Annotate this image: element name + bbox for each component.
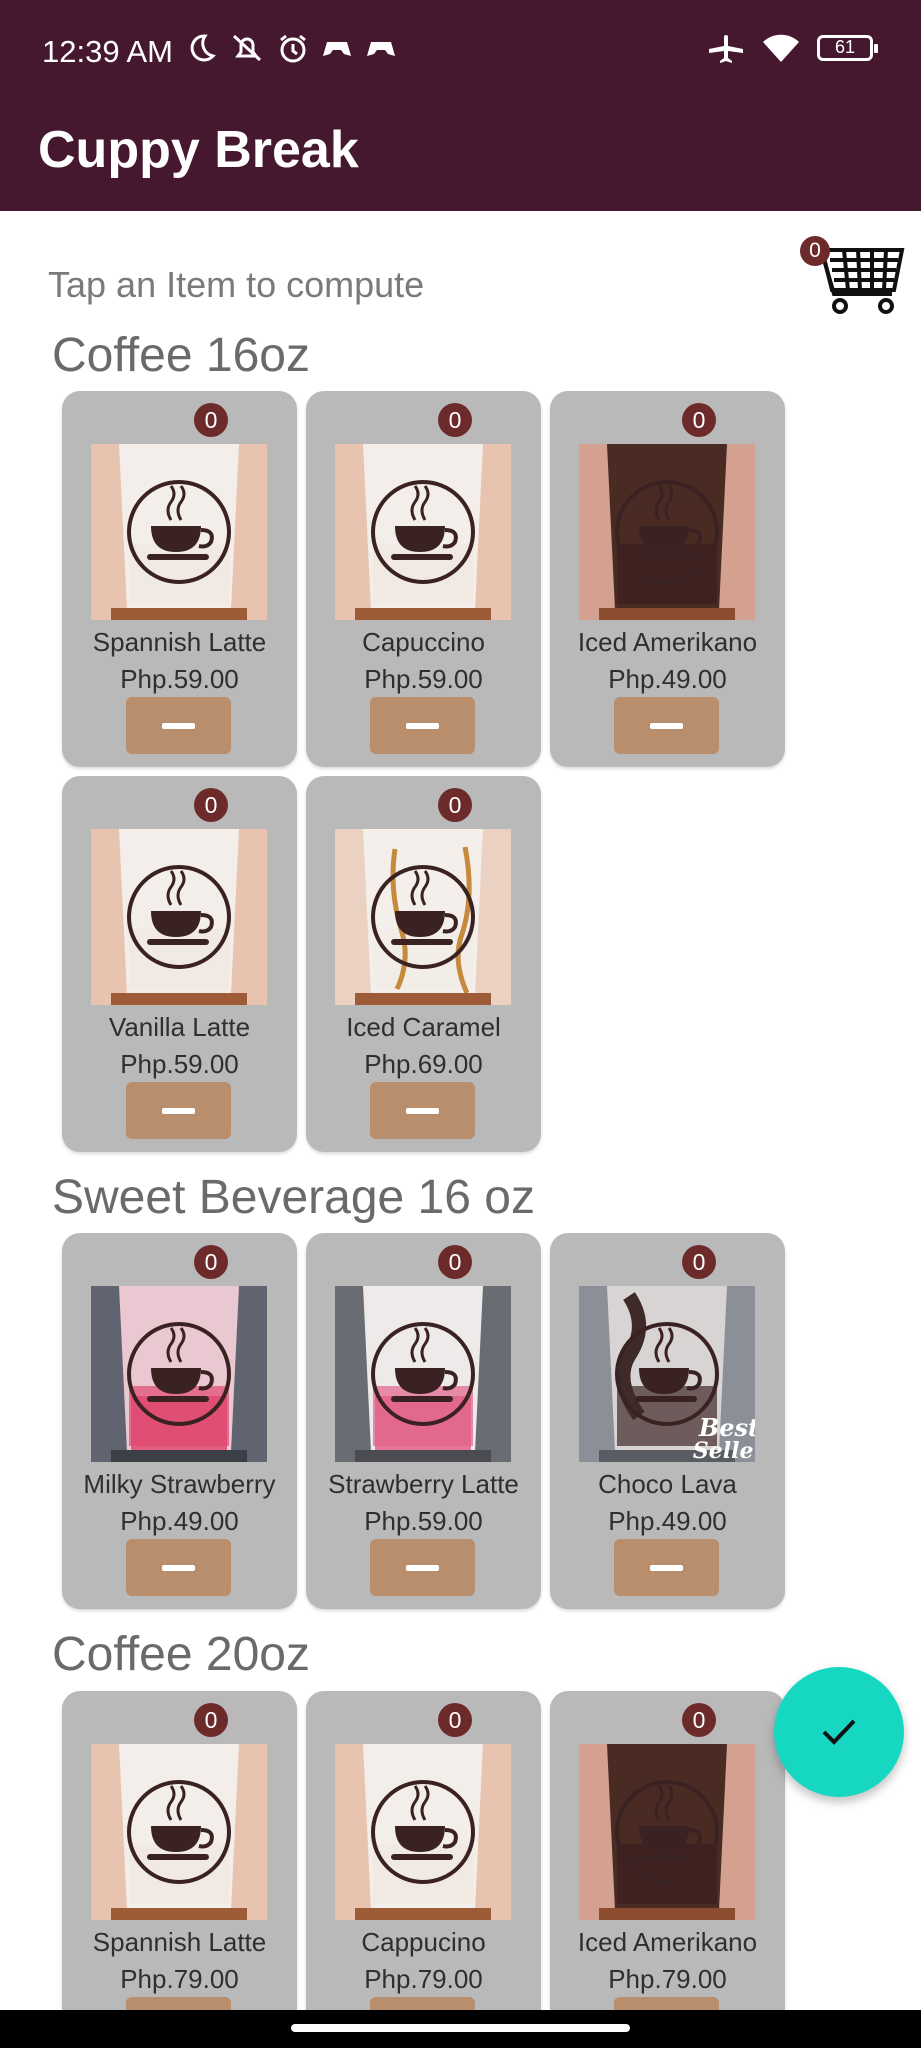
item-count-badge: 0 bbox=[682, 1245, 716, 1279]
product-name: Spannish Latte bbox=[92, 1927, 267, 1957]
product-card[interactable]: 0 Strawberry Latte Php.59.00 bbox=[306, 1233, 541, 1609]
battery-level: 61 bbox=[834, 37, 856, 57]
alarm-icon bbox=[277, 32, 309, 64]
app-bar: Cuppy Break bbox=[0, 100, 921, 211]
item-count-badge: 0 bbox=[682, 1703, 716, 1737]
decrease-button[interactable] bbox=[126, 697, 231, 754]
product-name: Cappucino bbox=[361, 1927, 486, 1957]
product-price: Php.59.00 bbox=[364, 664, 483, 694]
app-title: Cuppy Break bbox=[38, 121, 359, 179]
product-name: Spannish Latte bbox=[92, 627, 267, 657]
bell-off-icon bbox=[229, 32, 265, 64]
status-icons-left bbox=[185, 32, 397, 64]
product-card[interactable]: 0 Iced Amerikano Php.79.00 bbox=[550, 1691, 785, 2048]
product-name: Iced Caramel bbox=[346, 1012, 501, 1042]
decrease-button[interactable] bbox=[614, 1539, 719, 1596]
item-count-badge: 0 bbox=[438, 1703, 472, 1737]
product-photo bbox=[91, 829, 267, 1005]
confirm-fab[interactable] bbox=[774, 1667, 904, 1797]
item-count-badge: 0 bbox=[438, 788, 472, 822]
product-name: Capuccino bbox=[362, 627, 485, 657]
product-price: Php.79.00 bbox=[364, 1964, 483, 1994]
moon-icon bbox=[185, 32, 217, 64]
product-card[interactable]: 0 Capuccino Php.59.00 bbox=[306, 391, 541, 767]
item-count-badge: 0 bbox=[194, 1703, 228, 1737]
product-card[interactable]: 0 BestSeller Choco Lava Php.49.00 bbox=[550, 1233, 785, 1609]
decrease-button[interactable] bbox=[370, 1539, 475, 1596]
product-card[interactable]: 0 Spannish Latte Php.59.00 bbox=[62, 391, 297, 767]
product-photo bbox=[91, 1744, 267, 1920]
product-price: Php.49.00 bbox=[120, 1506, 239, 1536]
cart-count-badge: 0 bbox=[800, 236, 830, 266]
product-price: Php.49.00 bbox=[608, 1506, 727, 1536]
product-price: Php.59.00 bbox=[364, 1506, 483, 1536]
item-count-badge: 0 bbox=[682, 403, 716, 437]
product-photo bbox=[91, 1286, 267, 1462]
item-count-badge: 0 bbox=[438, 1245, 472, 1279]
product-price: Php.69.00 bbox=[364, 1049, 483, 1079]
item-count-badge: 0 bbox=[194, 788, 228, 822]
product-price: Php.79.00 bbox=[608, 1964, 727, 1994]
item-count-badge: 0 bbox=[194, 403, 228, 437]
status-time: 12:39 AM bbox=[42, 34, 173, 69]
product-card[interactable]: 0 Vanilla Latte Php.59.00 bbox=[62, 776, 297, 1152]
hint-text: Tap an Item to compute bbox=[48, 264, 425, 305]
product-card[interactable]: 0 Iced Caramel Php.69.00 bbox=[306, 776, 541, 1152]
navigation-bar bbox=[0, 2010, 921, 2048]
product-name: Vanilla Latte bbox=[108, 1012, 251, 1042]
status-bar: 12:39 AM 61 bbox=[0, 0, 921, 100]
product-photo: BestSeller bbox=[579, 1286, 755, 1462]
product-photo bbox=[579, 1744, 755, 1920]
check-icon bbox=[822, 1719, 856, 1745]
section-title: Coffee 20oz bbox=[52, 1628, 310, 1681]
product-price: Php.59.00 bbox=[120, 1049, 239, 1079]
product-photo bbox=[335, 1286, 511, 1462]
home-gesture-handle[interactable] bbox=[291, 2024, 630, 2032]
decrease-button[interactable] bbox=[126, 1082, 231, 1139]
decrease-button[interactable] bbox=[126, 1539, 231, 1596]
product-name: Iced Amerikano bbox=[577, 1927, 758, 1957]
product-name: Strawberry Latte bbox=[328, 1469, 519, 1499]
decrease-button[interactable] bbox=[614, 697, 719, 754]
product-photo bbox=[335, 1744, 511, 1920]
product-card[interactable]: 0 Cappucino Php.79.00 bbox=[306, 1691, 541, 2048]
product-price: Php.59.00 bbox=[120, 664, 239, 694]
product-price: Php.79.00 bbox=[120, 1964, 239, 1994]
product-photo bbox=[335, 444, 511, 620]
product-name: Iced Amerikano bbox=[577, 627, 758, 657]
game-controller-icon bbox=[321, 32, 353, 64]
item-count-badge: 0 bbox=[194, 1245, 228, 1279]
product-card[interactable]: 0 Spannish Latte Php.79.00 bbox=[62, 1691, 297, 2048]
product-card[interactable]: 0 Milky Strawberry Php.49.00 bbox=[62, 1233, 297, 1609]
product-photo bbox=[91, 444, 267, 620]
best-seller-label: Seller bbox=[693, 1438, 755, 1462]
airplane-icon bbox=[707, 32, 745, 64]
section-title: Sweet Beverage 16 oz bbox=[52, 1171, 535, 1224]
decrease-button[interactable] bbox=[370, 697, 475, 754]
decrease-button[interactable] bbox=[370, 1082, 475, 1139]
item-count-badge: 0 bbox=[438, 403, 472, 437]
product-name: Choco Lava bbox=[598, 1469, 737, 1499]
product-photo bbox=[335, 829, 511, 1005]
product-card[interactable]: 0 Iced Amerikano Php.49.00 bbox=[550, 391, 785, 767]
wifi-icon bbox=[761, 32, 801, 64]
game-controller-icon bbox=[365, 32, 397, 64]
status-icons-right: 61 bbox=[707, 32, 878, 64]
section-title: Coffee 16oz bbox=[52, 329, 310, 382]
product-price: Php.49.00 bbox=[608, 664, 727, 694]
battery-icon: 61 bbox=[817, 35, 878, 61]
product-photo bbox=[579, 444, 755, 620]
product-name: Milky Strawberry bbox=[83, 1469, 276, 1499]
